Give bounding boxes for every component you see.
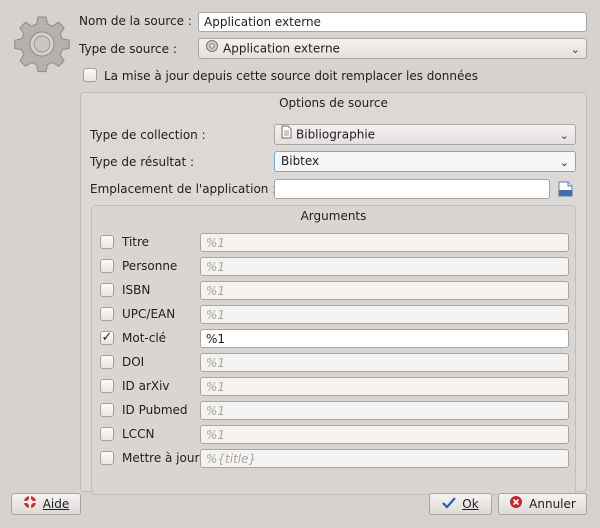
argument-label: Mot-clé	[122, 331, 167, 345]
replace-data-label: La mise à jour depuis cette source doit …	[104, 69, 478, 83]
argument-input[interactable]: %1	[200, 353, 569, 372]
open-file-icon[interactable]	[557, 180, 575, 198]
argument-label: Mettre à jour	[122, 451, 200, 465]
source-type-value: Application externe	[223, 41, 340, 56]
document-icon	[281, 125, 292, 145]
argument-label: LCCN	[122, 427, 155, 441]
help-button[interactable]: Aide	[11, 493, 81, 515]
check-mark-icon: ✓	[101, 330, 113, 345]
chevron-down-icon: ⌄	[570, 43, 580, 56]
argument-input[interactable]: %1	[200, 401, 569, 420]
source-name-input[interactable]: Application externe	[198, 12, 587, 32]
argument-input[interactable]: %1	[200, 305, 569, 324]
argument-label: ISBN	[122, 283, 151, 297]
help-lifebuoy-icon	[23, 495, 37, 515]
argument-input[interactable]: %1	[200, 281, 569, 300]
argument-label: ID arXiv	[122, 379, 170, 393]
cancel-button[interactable]: Annuler	[498, 493, 587, 515]
argument-input[interactable]: %1	[200, 377, 569, 396]
source-options-title: Options de source	[279, 96, 388, 110]
cancel-icon	[509, 495, 523, 515]
argument-label: Personne	[122, 259, 178, 273]
gear-large-icon	[12, 14, 72, 74]
replace-data-checkbox[interactable]	[83, 68, 97, 82]
app-location-label: Emplacement de l'application :	[90, 182, 277, 196]
argument-input[interactable]: %1	[200, 329, 569, 348]
argument-label: DOI	[122, 355, 145, 369]
source-name-label: Nom de la source :	[79, 14, 192, 28]
result-type-value: Bibtex	[281, 154, 320, 168]
argument-input[interactable]: %1	[200, 257, 569, 276]
result-type-select[interactable]: Bibtex ⌄	[274, 151, 576, 172]
chevron-down-icon: ⌄	[559, 129, 569, 142]
argument-checkbox[interactable]	[100, 307, 114, 321]
source-type-label: Type de source :	[79, 42, 177, 56]
argument-input[interactable]: %{title}	[200, 449, 569, 468]
arguments-title: Arguments	[300, 209, 367, 223]
collection-type-select[interactable]: Bibliographie ⌄	[274, 124, 576, 145]
argument-checkbox[interactable]	[100, 259, 114, 273]
result-type-label: Type de résultat :	[90, 155, 195, 169]
argument-label: ID Pubmed	[122, 403, 188, 417]
argument-checkbox[interactable]	[100, 379, 114, 393]
argument-checkbox[interactable]	[100, 355, 114, 369]
chevron-down-icon: ⌄	[559, 156, 569, 169]
ok-button[interactable]: Ok	[429, 493, 492, 515]
argument-checkbox[interactable]	[100, 283, 114, 297]
argument-input[interactable]: %1	[200, 425, 569, 444]
source-type-select[interactable]: Application externe ⌄	[198, 38, 587, 59]
collection-type-value: Bibliographie	[296, 127, 376, 142]
help-button-label: Aide	[42, 497, 70, 511]
ok-button-label: Ok	[462, 497, 479, 511]
cancel-button-label: Annuler	[529, 497, 576, 511]
argument-label: Titre	[122, 235, 150, 249]
argument-checkbox[interactable]	[100, 235, 114, 249]
collection-type-label: Type de collection :	[90, 128, 206, 142]
argument-input[interactable]: %1	[200, 233, 569, 252]
argument-checkbox[interactable]	[100, 451, 114, 465]
argument-checkbox[interactable]	[100, 403, 114, 417]
argument-checkbox[interactable]: ✓	[100, 331, 114, 345]
argument-label: UPC/EAN	[122, 307, 176, 321]
argument-checkbox[interactable]	[100, 427, 114, 441]
checkmark-icon	[442, 495, 457, 515]
gear-icon	[205, 39, 219, 59]
app-location-input[interactable]	[274, 179, 550, 199]
